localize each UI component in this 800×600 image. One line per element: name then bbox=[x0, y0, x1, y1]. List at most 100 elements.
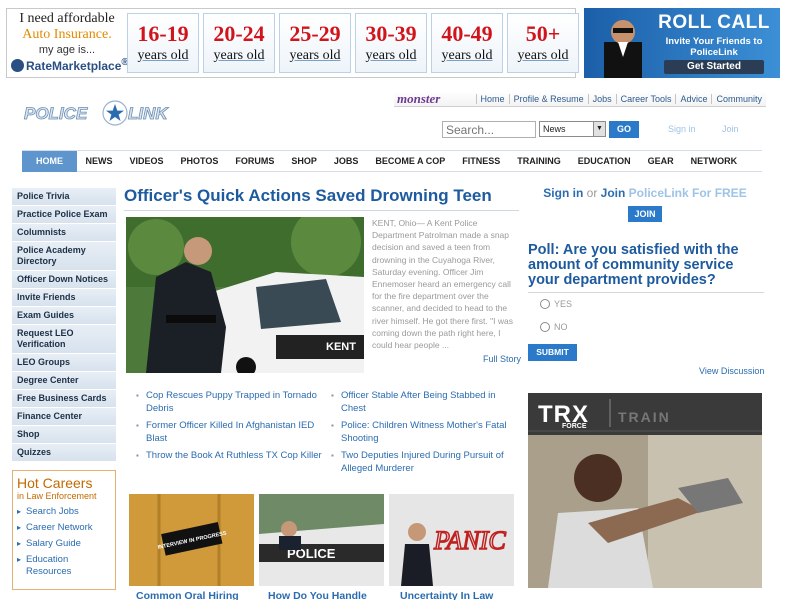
sidebar-item-invite-friends[interactable]: Invite Friends bbox=[12, 289, 116, 307]
search-input[interactable] bbox=[442, 121, 536, 138]
sidebar-item-finance-center[interactable]: Finance Center bbox=[12, 408, 116, 426]
search-scope-select[interactable]: News ▼ bbox=[539, 121, 606, 137]
car-text: KENT bbox=[326, 341, 356, 353]
get-started-button[interactable]: Get Started bbox=[664, 60, 764, 74]
sidebar-item-business-cards[interactable]: Free Business Cards bbox=[12, 390, 116, 408]
graffiti-text: PANIC bbox=[433, 526, 506, 555]
thumb-caption-how-do-you-handle[interactable]: How Do You Handle bbox=[268, 590, 367, 600]
trx-force-text: FORCE bbox=[562, 423, 587, 430]
search-jobs-link[interactable]: Search Jobs bbox=[17, 506, 111, 518]
story-link[interactable]: Police: Children Witness Mother's Fatal … bbox=[327, 420, 522, 445]
age-option-30-39[interactable]: 30-39 years old bbox=[355, 13, 427, 73]
join-link[interactable]: Join bbox=[601, 186, 626, 200]
ad-line-2: Auto Insurance. bbox=[22, 27, 112, 42]
view-discussion-link[interactable]: View Discussion bbox=[699, 366, 764, 376]
join-button[interactable]: JOIN bbox=[628, 206, 662, 222]
radio-yes[interactable] bbox=[540, 299, 550, 309]
header-join-link[interactable]: Join bbox=[722, 124, 739, 134]
policelink-logo[interactable]: POLICE LINK bbox=[22, 100, 182, 126]
nav-shop[interactable]: SHOP bbox=[283, 151, 326, 172]
full-story-link[interactable]: Full Story bbox=[483, 354, 521, 364]
join-prompt: Sign in or Join PoliceLink For FREE bbox=[528, 186, 762, 200]
search-go-button[interactable]: GO bbox=[609, 121, 639, 138]
chevron-down-icon: ▼ bbox=[593, 122, 605, 136]
monster-link-profile[interactable]: Profile & Resume bbox=[508, 93, 588, 104]
sidebar-item-exam-guides[interactable]: Exam Guides bbox=[12, 307, 116, 325]
header-sign-in-link[interactable]: Sign in bbox=[668, 124, 696, 134]
age-range: 50+ bbox=[525, 21, 561, 46]
monster-link-home[interactable]: Home bbox=[475, 93, 509, 104]
ad-line-1: I need affordable bbox=[19, 11, 115, 26]
nav-fitness[interactable]: FITNESS bbox=[454, 151, 509, 172]
story-row: Cop Rescues Puppy Trapped in Tornado Deb… bbox=[132, 390, 522, 420]
sidebar-item-leo-verification[interactable]: Request LEO Verification bbox=[12, 325, 116, 354]
age-option-16-19[interactable]: 16-19 years old bbox=[127, 13, 199, 73]
monster-link-career-tools[interactable]: Career Tools bbox=[615, 93, 676, 104]
join-free-text: PoliceLink For FREE bbox=[628, 186, 747, 200]
sidebar-item-degree-center[interactable]: Degree Center bbox=[12, 372, 116, 390]
age-option-40-49[interactable]: 40-49 years old bbox=[431, 13, 503, 73]
career-network-link[interactable]: Career Network bbox=[17, 522, 111, 534]
monster-link-jobs[interactable]: Jobs bbox=[587, 93, 616, 104]
nav-become-a-cop[interactable]: BECOME A COP bbox=[367, 151, 454, 172]
age-options: 16-19 years old 20-24 years old 25-29 years… bbox=[127, 13, 579, 73]
monster-link-community[interactable]: Community bbox=[711, 93, 766, 104]
thumb-caption-oral-hiring[interactable]: Common Oral Hiring bbox=[136, 590, 239, 600]
nav-gear[interactable]: GEAR bbox=[639, 151, 682, 172]
feature-headline[interactable]: Officer's Quick Actions Saved Drowning T… bbox=[124, 186, 519, 211]
auto-insurance-ad[interactable]: I need affordable Auto Insurance. my age… bbox=[6, 8, 579, 78]
roll-call-subtitle: Invite Your Friends to PoliceLink bbox=[665, 36, 763, 58]
hot-careers-title: Hot Careers bbox=[17, 475, 93, 491]
sidebar-item-academy-directory[interactable]: Police Academy Directory bbox=[12, 242, 116, 271]
sign-in-link[interactable]: Sign in bbox=[543, 186, 583, 200]
story-link[interactable]: Two Deputies Injured During Pursuit of A… bbox=[327, 450, 522, 475]
nav-news[interactable]: NEWS bbox=[77, 151, 121, 172]
story-link[interactable]: Throw the Book At Ruthless TX Cop Killer bbox=[132, 450, 327, 475]
sidebar-item-quizzes[interactable]: Quizzes bbox=[12, 444, 116, 462]
nav-photos[interactable]: PHOTOS bbox=[172, 151, 227, 172]
story-link[interactable]: Officer Stable After Being Stabbed in Ch… bbox=[327, 390, 522, 415]
age-range: 25-29 bbox=[289, 21, 341, 46]
age-label: years old bbox=[289, 48, 341, 63]
salary-guide-link[interactable]: Salary Guide bbox=[17, 538, 111, 550]
thumb-panic-graffiti[interactable]: PANIC bbox=[389, 494, 514, 586]
nav-training[interactable]: TRAINING bbox=[509, 151, 570, 172]
monster-link-advice[interactable]: Advice bbox=[675, 93, 711, 104]
sidebar-item-shop[interactable]: Shop bbox=[12, 426, 116, 444]
age-option-50-plus[interactable]: 50+ years old bbox=[507, 13, 579, 73]
feature-excerpt: KENT, Ohio— A Kent Police Department Pat… bbox=[372, 218, 513, 351]
thumb-police-car[interactable]: POLICE bbox=[259, 494, 384, 586]
nav-forums[interactable]: FORUMS bbox=[227, 151, 283, 172]
education-resources-link[interactable]: Education Resources bbox=[17, 554, 111, 578]
thumb-interview[interactable]: INTERVIEW IN PROGRESS bbox=[129, 494, 254, 586]
story-link[interactable]: Cop Rescues Puppy Trapped in Tornado Deb… bbox=[132, 390, 327, 415]
radio-no[interactable] bbox=[540, 322, 550, 332]
sidebar-item-officer-down[interactable]: Officer Down Notices bbox=[12, 271, 116, 289]
poll-option-no[interactable]: NO bbox=[540, 322, 568, 332]
roll-call-ad[interactable]: ROLL CALL Invite Your Friends to PoliceL… bbox=[584, 8, 780, 78]
nav-jobs[interactable]: JOBS bbox=[325, 151, 367, 172]
nav-videos[interactable]: VIDEOS bbox=[121, 151, 172, 172]
sidebar-item-columnists[interactable]: Columnists bbox=[12, 224, 116, 242]
poll-submit-button[interactable]: SUBMIT bbox=[528, 344, 577, 361]
feature-photo[interactable]: KENT bbox=[126, 217, 364, 373]
sidebar-item-leo-groups[interactable]: LEO Groups bbox=[12, 354, 116, 372]
trx-ad[interactable]: TRX FORCE TRAIN bbox=[528, 393, 762, 588]
logo-text-link: LINK bbox=[128, 104, 169, 123]
thumb-caption-uncertainty[interactable]: Uncertainty In Law bbox=[400, 590, 493, 600]
story-link[interactable]: Former Officer Killed In Afghanistan IED… bbox=[132, 420, 327, 445]
age-range: 20-24 bbox=[213, 21, 265, 46]
brand-icon bbox=[11, 59, 24, 72]
logo-text-police: POLICE bbox=[24, 104, 88, 123]
nav-network[interactable]: NETWORK bbox=[682, 151, 746, 172]
monster-logo[interactable]: monster bbox=[394, 91, 476, 107]
poll-option-yes[interactable]: YES bbox=[540, 299, 572, 309]
nav-education[interactable]: EDUCATION bbox=[569, 151, 639, 172]
or-text: or bbox=[586, 186, 598, 200]
nav-home[interactable]: HOME bbox=[22, 150, 77, 172]
sidebar-item-police-trivia[interactable]: Police Trivia bbox=[12, 188, 116, 206]
sidebar-item-practice-exam[interactable]: Practice Police Exam bbox=[12, 206, 116, 224]
age-option-25-29[interactable]: 25-29 years old bbox=[279, 13, 351, 73]
age-option-20-24[interactable]: 20-24 years old bbox=[203, 13, 275, 73]
age-label: years old bbox=[517, 48, 569, 63]
